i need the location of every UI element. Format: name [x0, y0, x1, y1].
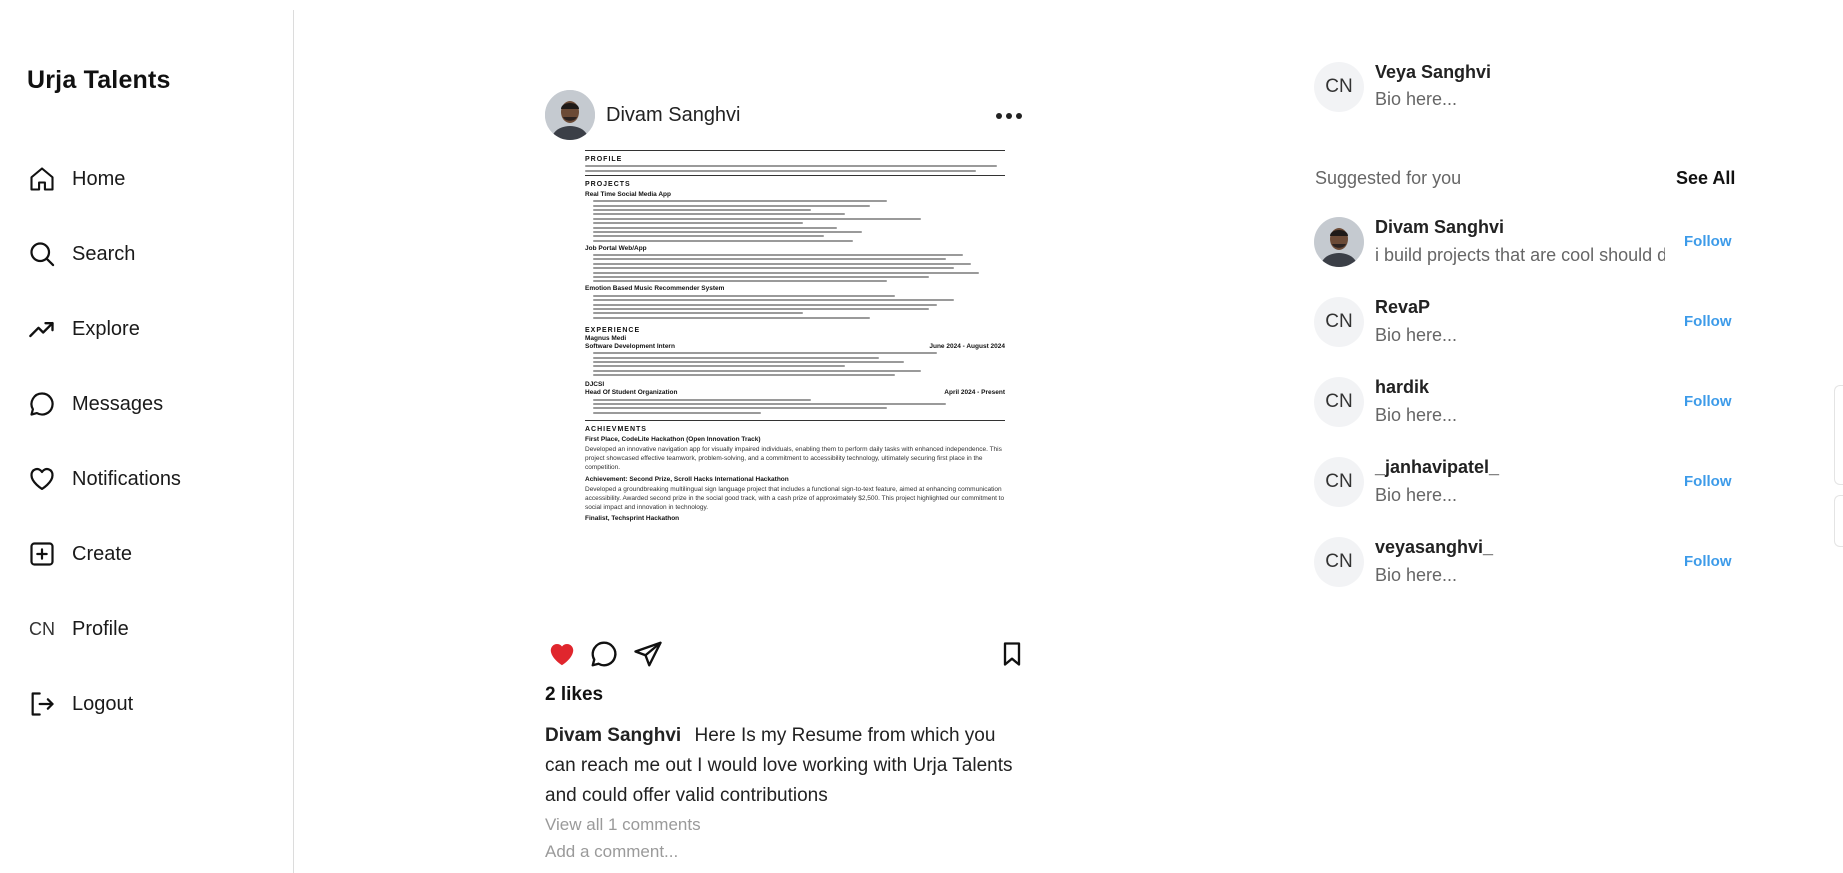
suggestion-avatar[interactable]: [1314, 217, 1364, 267]
nav-notifications[interactable]: Notifications: [27, 459, 181, 499]
nav-search-label: Search: [72, 242, 136, 265]
follow-button[interactable]: Follow: [1684, 233, 1732, 250]
side-handle[interactable]: [1834, 385, 1843, 485]
resume-project-2: Job Portal Web/App: [585, 244, 647, 252]
suggestion-item: CN RevaP Bio here... Follow: [1314, 297, 1734, 349]
bookmark-icon[interactable]: [995, 637, 1029, 671]
message-circle-icon: [27, 389, 57, 419]
current-user-card: CN Veya Sanghvi Bio here...: [1314, 62, 1734, 112]
resume-achievement-2-text: Developed a groundbreaking multilingual …: [585, 485, 1005, 511]
post-author-avatar[interactable]: [545, 90, 595, 140]
resume-exp-company-2: DJCSI: [585, 381, 605, 389]
resume-achievement-1: First Place, CodeLite Hackathon (Open In…: [585, 435, 761, 443]
suggestion-item: CN _janhavipatel_ Bio here... Follow: [1314, 457, 1734, 509]
suggestion-avatar[interactable]: CN: [1314, 457, 1364, 507]
resume-achievements-heading: ACHIEVMENTS: [585, 425, 647, 433]
post-caption: Divam Sanghvi Here Is my Resume from whi…: [545, 721, 1025, 811]
see-all-link[interactable]: See All: [1676, 168, 1735, 189]
post-author-name[interactable]: Divam Sanghvi: [606, 104, 741, 127]
nav-home[interactable]: Home: [27, 159, 125, 199]
follow-button[interactable]: Follow: [1684, 473, 1732, 490]
nav-explore-label: Explore: [72, 317, 140, 340]
suggestion-bio: Bio here...: [1375, 565, 1458, 585]
heart-icon: [27, 464, 57, 494]
resume-projects-heading: PROJECTS: [585, 180, 631, 188]
nav-messages-label: Messages: [72, 392, 164, 415]
suggestion-name[interactable]: RevaP: [1375, 297, 1430, 318]
nav-notifications-label: Notifications: [72, 467, 181, 490]
resume-achievement-3: Finalist, Techsprint Hackathon: [585, 514, 680, 522]
nav-profile[interactable]: CN Profile: [27, 609, 129, 649]
nav-create[interactable]: Create: [27, 534, 132, 574]
resume-exp-date-2: April 2024 - Present: [944, 389, 1005, 397]
nav-logout-label: Logout: [72, 692, 134, 715]
plus-square-icon: [27, 539, 57, 569]
profile-avatar: CN: [29, 618, 55, 639]
follow-button[interactable]: Follow: [1684, 313, 1732, 330]
resume-experience-heading: EXPERIENCE: [585, 326, 641, 334]
caption-author[interactable]: Divam Sanghvi: [545, 725, 681, 746]
brand-logo[interactable]: Urja Talents: [27, 66, 171, 95]
current-user-avatar[interactable]: CN: [1314, 62, 1364, 112]
suggestion-avatar[interactable]: CN: [1314, 377, 1364, 427]
suggestion-name[interactable]: Divam Sanghvi: [1375, 217, 1504, 238]
add-comment-input[interactable]: [545, 842, 845, 862]
resume-achievement-1-text: Developed an innovative navigation app f…: [585, 445, 1002, 471]
suggestion-bio: Bio here...: [1375, 485, 1458, 505]
resume-exp-date-1: June 2024 - August 2024: [929, 342, 1005, 350]
comment-icon[interactable]: [587, 637, 621, 671]
like-heart-icon[interactable]: [545, 637, 579, 671]
likes-count[interactable]: 2 likes: [545, 684, 603, 706]
nav-create-label: Create: [72, 542, 133, 565]
resume-exp-role-2: Head Of Student Organization: [585, 389, 678, 397]
suggestion-name[interactable]: veyasanghvi_: [1375, 537, 1493, 558]
suggested-title: Suggested for you: [1315, 168, 1462, 188]
suggestion-bio: Bio here...: [1375, 405, 1458, 425]
suggestion-item: CN veyasanghvi_ Bio here... Follow: [1314, 537, 1734, 589]
resume-project-3: Emotion Based Music Recommender System: [585, 285, 725, 293]
trending-icon: [27, 314, 57, 344]
logout-icon: [27, 689, 57, 719]
post-image-resume[interactable]: PROFILE PROJECTS Real Time Social Media …: [585, 147, 1005, 630]
current-user-name[interactable]: Veya Sanghvi: [1375, 62, 1491, 83]
follow-button[interactable]: Follow: [1684, 553, 1732, 570]
nav-profile-label: Profile: [72, 617, 129, 640]
resume-project-1: Real Time Social Media App: [585, 190, 671, 198]
post-header: Divam Sanghvi: [545, 90, 1025, 140]
nav-logout[interactable]: Logout: [27, 684, 133, 724]
resume-achievement-2: Achievement: Second Prize, Scroll Hacks …: [585, 475, 789, 483]
suggestion-bio: i build projects that are cool should d: [1375, 245, 1665, 265]
post-actions: [545, 637, 1025, 671]
suggestion-avatar[interactable]: CN: [1314, 537, 1364, 587]
home-icon: [27, 164, 57, 194]
suggestion-name[interactable]: _janhavipatel_: [1375, 457, 1499, 478]
view-all-comments-link[interactable]: View all 1 comments: [545, 815, 701, 835]
suggestion-bio: Bio here...: [1375, 325, 1458, 345]
follow-button[interactable]: Follow: [1684, 393, 1732, 410]
resume-exp-role-1: Software Development Intern: [585, 342, 675, 350]
suggestion-item: Divam Sanghvi i build projects that are …: [1314, 217, 1734, 269]
suggestion-name[interactable]: hardik: [1375, 377, 1429, 398]
nav-home-label: Home: [72, 167, 126, 190]
side-handle[interactable]: [1834, 495, 1843, 547]
suggestion-item: CN hardik Bio here... Follow: [1314, 377, 1734, 429]
search-icon: [27, 239, 57, 269]
nav-search[interactable]: Search: [27, 234, 135, 274]
nav-messages[interactable]: Messages: [27, 384, 163, 424]
resume-profile-heading: PROFILE: [585, 156, 623, 163]
sidebar: Urja Talents Home Search Explore Message…: [0, 10, 294, 873]
more-options-icon[interactable]: [996, 106, 1026, 126]
nav-explore[interactable]: Explore: [27, 309, 140, 349]
current-user-bio: Bio here...: [1375, 89, 1458, 109]
resume-exp-company-1: Magnus Medi: [585, 334, 627, 342]
share-icon[interactable]: [631, 637, 665, 671]
suggestion-avatar[interactable]: CN: [1314, 297, 1364, 347]
